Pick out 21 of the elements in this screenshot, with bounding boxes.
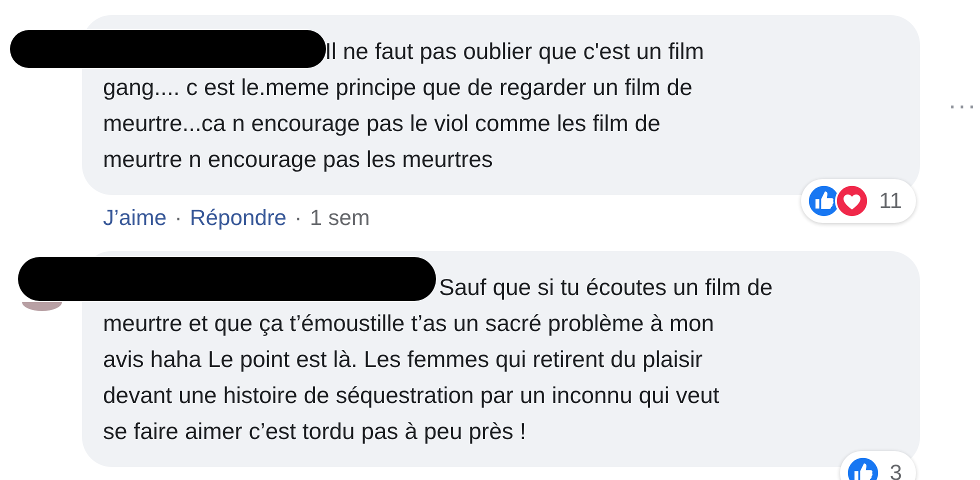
comment-text: devant une histoire de séquestration par un inconnu qui veut [103,381,720,410]
action-link[interactable]: J’aime [103,205,167,231]
thumbs-up-icon [846,456,880,480]
separator-dot: · [174,205,182,231]
comment-text: avis haha Le point est là. Les femmes qui retirent du plaisir [103,345,703,374]
avatar[interactable] [22,302,62,311]
comment-text: meurtre...ca n encourage pas le viol comme les film de [103,109,660,138]
comment-text: se faire aimer c’est tordu pas à peu près ! [103,417,526,446]
comment-text: gang.... c est le.meme principe que de regarder un film de [103,73,692,102]
reaction-count: 11 [879,188,902,214]
more-options-icon[interactable]: ··· [948,95,977,115]
reaction-count: 3 [890,460,902,480]
reaction-pill[interactable]: 3 [840,451,916,480]
separator-dot: · [294,205,302,231]
timestamp[interactable]: 1 sem [310,205,370,231]
comment-text: meurtre n encourage pas les meurtres [103,145,493,174]
action-link[interactable]: Répondre [190,205,287,231]
comment-text: Il ne faut pas oublier que c'est un film [325,37,704,66]
comment-text: Sauf que si tu écoutes un film de [439,273,773,302]
comment-text: meurtre et que ça t’émoustille t’as un sacré problème à mon [103,309,714,338]
reaction-pill[interactable]: 11 [801,179,916,223]
